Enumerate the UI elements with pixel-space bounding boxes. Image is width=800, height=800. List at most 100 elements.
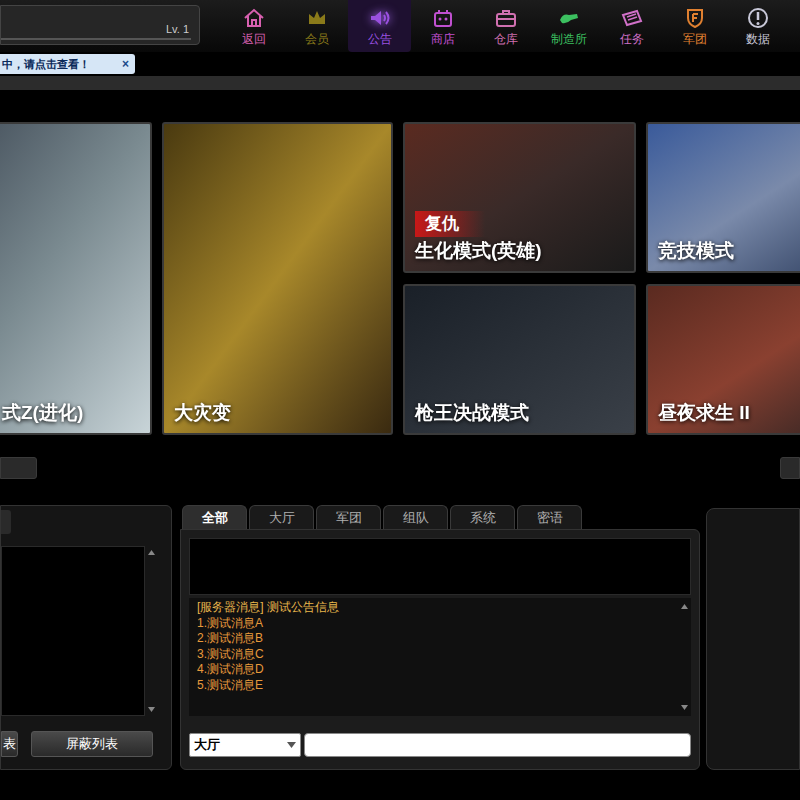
notice-row: 中，请点击查看！ × <box>0 52 800 76</box>
nav-label: 制造所 <box>551 32 587 46</box>
nav-label: 公告 <box>368 32 392 46</box>
nav-item[interactable]: 返回 <box>222 0 285 52</box>
mode-card[interactable]: 昼夜求生 II <box>646 284 800 435</box>
mode-title: 大灾变 <box>174 399 231 428</box>
mode-badge: 复仇 <box>415 211 485 237</box>
mode-badge-text: 复仇 <box>425 211 459 237</box>
chat-tab[interactable]: 组队 <box>383 505 448 529</box>
dropdown-arrow-icon <box>287 742 296 748</box>
mode-title: 竞技模式 <box>658 237 734 266</box>
chat-message: [服务器消息] 测试公告信息 <box>197 600 677 616</box>
speaker-icon <box>368 6 392 30</box>
friends-panel: 表 屏蔽列表 <box>0 505 172 770</box>
mode-card[interactable]: 式Z(进化) <box>0 122 152 435</box>
friends-button[interactable]: 屏蔽列表 <box>31 731 153 757</box>
chat-messages: [服务器消息] 测试公告信息1.测试消息A2.测试消息B3.测试消息C4.测试消… <box>189 598 677 716</box>
side-panel <box>706 508 800 770</box>
chat-message: 3.测试消息C <box>197 647 677 663</box>
nav-item[interactable]: 会员 <box>285 0 348 52</box>
notice-text: 中，请点击查看！ <box>2 56 90 73</box>
crown-icon <box>305 6 329 30</box>
chat-input-row: 大厅 <box>189 733 691 757</box>
chat-tab-label: 组队 <box>403 508 429 528</box>
warehouse-icon <box>494 6 518 30</box>
chat-tab[interactable]: 密语 <box>517 505 582 529</box>
chat-tab-label: 系统 <box>470 508 496 528</box>
nav-label: 军团 <box>683 32 707 46</box>
friends-tab[interactable] <box>1 510 11 534</box>
nav-label: 仓库 <box>494 32 518 46</box>
mode-card[interactable]: 枪王决战模式 <box>403 284 636 435</box>
mode-card[interactable]: 复仇生化模式(英雄) <box>403 122 636 273</box>
nav-item[interactable]: 公告 <box>348 0 411 52</box>
bottom-area: 表屏蔽列表全部大厅军团组队系统密语[服务器消息] 测试公告信息1.测试消息A2.… <box>0 505 800 770</box>
chat-log: [服务器消息] 测试公告信息1.测试消息A2.测试消息B3.测试消息C4.测试消… <box>189 598 691 716</box>
friends-list-box <box>1 546 145 716</box>
notice-banner[interactable]: 中，请点击查看！ × <box>0 54 135 74</box>
chat-body: [服务器消息] 测试公告信息1.测试消息A2.测试消息B3.测试消息C4.测试消… <box>180 529 700 770</box>
chat-top-box <box>189 538 691 595</box>
scrollbar[interactable] <box>145 546 157 716</box>
page-button[interactable] <box>780 457 800 479</box>
chat-tab[interactable]: 大厅 <box>249 505 314 529</box>
player-box: Lv. 1 <box>0 5 200 45</box>
friends-button-label: 表 <box>3 734 16 754</box>
chat-tab[interactable]: 军团 <box>316 505 381 529</box>
home-icon <box>242 6 266 30</box>
nav-bar: 返回 会员 公告 商店 仓库 制造所 任务 军团 数据 <box>222 0 789 52</box>
mission-icon <box>620 6 644 30</box>
mode-card[interactable]: 大灾变 <box>162 122 393 435</box>
shop-icon <box>431 6 455 30</box>
scroll-up-icon <box>148 550 155 555</box>
top-bar: Lv. 1 返回 会员 公告 商店 仓库 制造所 任务 军团 数据 <box>0 0 800 52</box>
friends-button-label: 屏蔽列表 <box>66 734 118 754</box>
mode-title: 昼夜求生 II <box>658 399 750 428</box>
mode-column: 竞技模式昼夜求生 II <box>646 122 800 435</box>
mode-title: 式Z(进化) <box>2 399 83 428</box>
nav-item[interactable]: 任务 <box>600 0 663 52</box>
nav-item[interactable]: 制造所 <box>537 0 600 52</box>
nav-label: 会员 <box>305 32 329 46</box>
notice-close[interactable]: × <box>122 55 129 73</box>
mode-title: 枪王决战模式 <box>415 399 529 428</box>
divider-strip <box>0 76 800 90</box>
nav-item[interactable]: 军团 <box>663 0 726 52</box>
button-row <box>0 457 800 479</box>
player-level: Lv. 1 <box>166 24 189 35</box>
craft-icon <box>557 6 581 30</box>
chat-message: 4.测试消息D <box>197 662 677 678</box>
chat-message: 1.测试消息A <box>197 616 677 632</box>
nav-item[interactable]: 数据 <box>726 0 789 52</box>
chat-message: 2.测试消息B <box>197 631 677 647</box>
level-bar <box>1 38 191 40</box>
chat-tabs: 全部 大厅 军团 组队 系统 密语 <box>180 505 700 529</box>
chat-message: 5.测试消息E <box>197 678 677 694</box>
scroll-down-icon <box>681 705 688 710</box>
mode-card[interactable]: 竞技模式 <box>646 122 800 273</box>
friends-buttons: 表 屏蔽列表 <box>1 731 171 757</box>
mode-column: 复仇生化模式(英雄) 枪王决战模式 <box>403 122 636 435</box>
friends-list <box>1 546 157 716</box>
channel-select[interactable]: 大厅 <box>189 733 301 757</box>
nav-label: 数据 <box>746 32 770 46</box>
nav-label: 商店 <box>431 32 455 46</box>
scrollbar[interactable] <box>677 598 691 716</box>
chat-input[interactable] <box>304 733 691 757</box>
mode-grid: 式Z(进化) 大灾变 复仇生化模式(英雄) 枪王决战模式 竞技模式昼夜求生 II <box>0 122 800 435</box>
data-icon <box>746 6 770 30</box>
channel-label: 大厅 <box>194 735 220 755</box>
nav-item[interactable]: 商店 <box>411 0 474 52</box>
chat-tab-label: 密语 <box>537 508 563 528</box>
chat-tab[interactable]: 系统 <box>450 505 515 529</box>
chat-tab[interactable]: 全部 <box>182 505 247 529</box>
scroll-down-icon <box>148 707 155 712</box>
nav-label: 返回 <box>242 32 266 46</box>
chat-tab-label: 大厅 <box>269 508 295 528</box>
chat-tab-label: 军团 <box>336 508 362 528</box>
friends-button[interactable]: 表 <box>1 731 18 757</box>
mode-title: 生化模式(英雄) <box>415 237 542 266</box>
nav-label: 任务 <box>620 32 644 46</box>
nav-item[interactable]: 仓库 <box>474 0 537 52</box>
chat-tab-label: 全部 <box>202 508 228 528</box>
page-button[interactable] <box>0 457 37 479</box>
